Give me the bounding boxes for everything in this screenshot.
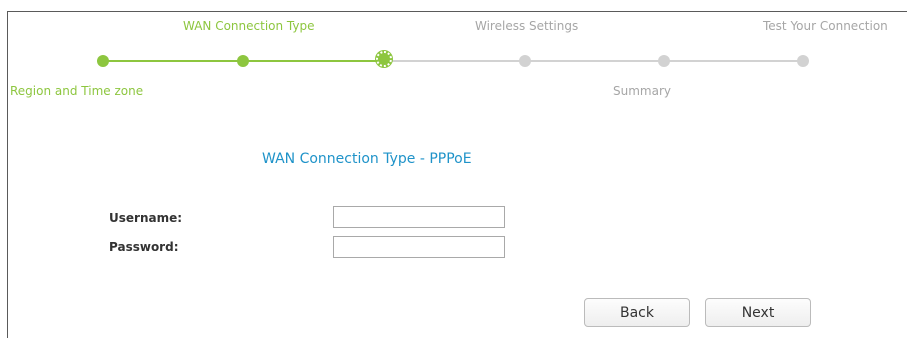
step-dot-summary xyxy=(658,55,670,67)
back-button[interactable]: Back xyxy=(584,298,690,327)
step-label-test-connection: Test Your Connection xyxy=(763,19,888,33)
step-label-region-time-zone: Region and Time zone xyxy=(10,84,144,98)
step-label-summary: Summary xyxy=(613,84,671,98)
step-dot-2 xyxy=(237,55,249,67)
username-input[interactable] xyxy=(333,206,505,228)
step-dot-current xyxy=(376,51,392,67)
progress-track-remaining xyxy=(384,60,804,62)
step-label-wireless-settings: Wireless Settings xyxy=(475,19,579,33)
step-dot-6 xyxy=(797,55,809,67)
step-dot-4 xyxy=(519,55,531,67)
username-label: Username: xyxy=(109,211,183,225)
form-title: WAN Connection Type - PPPoE xyxy=(262,151,472,167)
next-button[interactable]: Next xyxy=(705,298,811,327)
password-input[interactable] xyxy=(333,236,505,258)
step-label-wan-connection-type: WAN Connection Type xyxy=(183,19,315,33)
password-label: Password: xyxy=(109,240,179,254)
step-dot-region xyxy=(97,55,109,67)
